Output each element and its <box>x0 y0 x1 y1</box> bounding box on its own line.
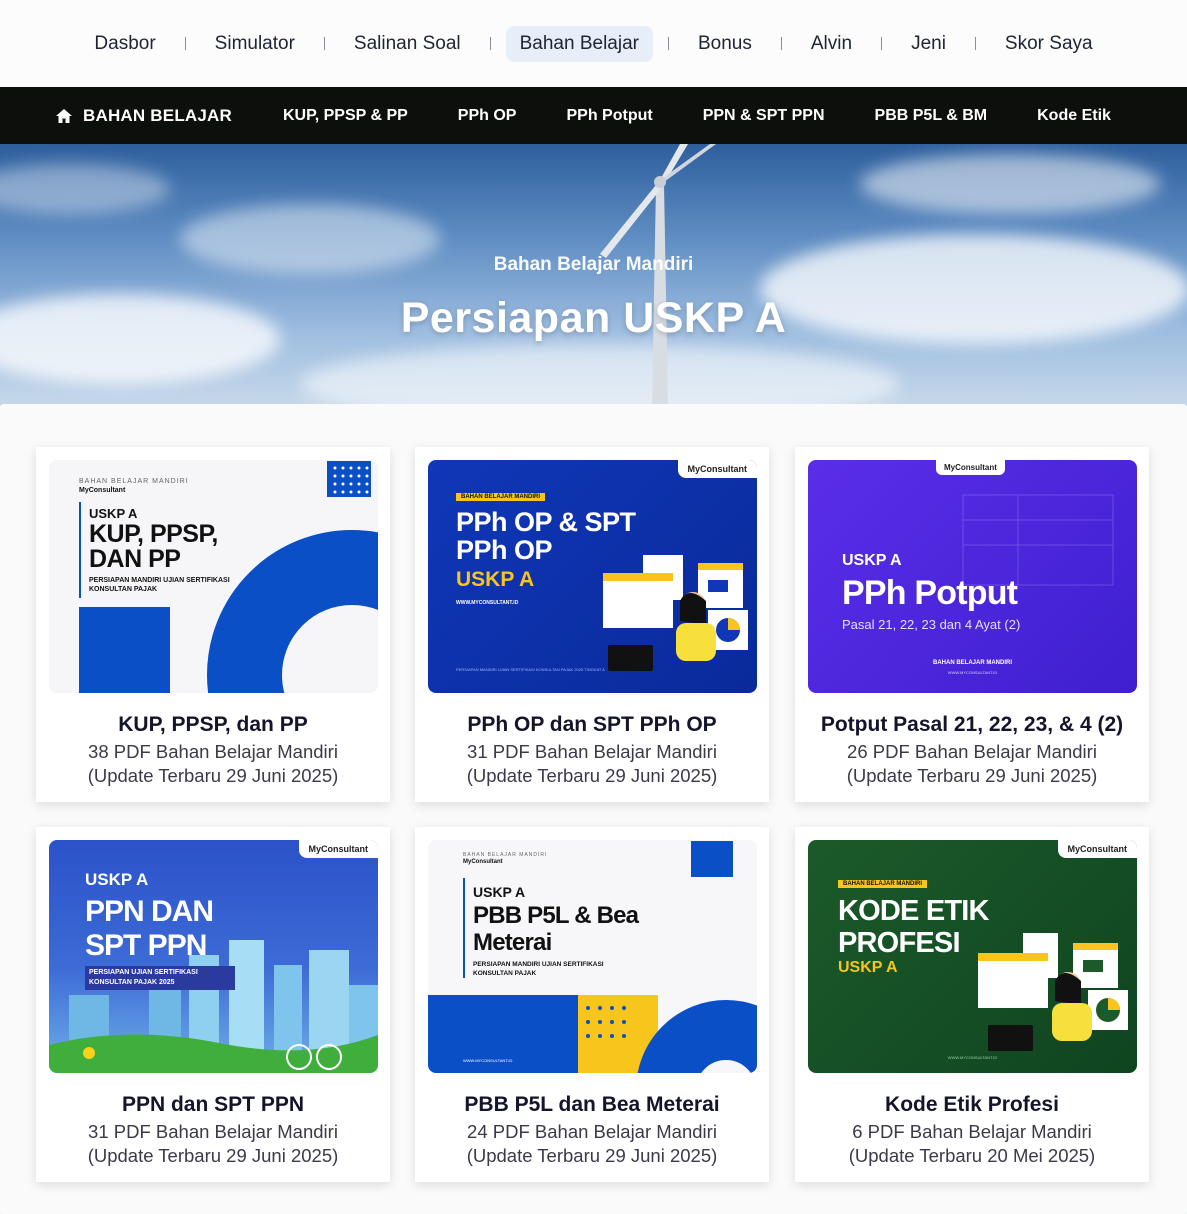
card-title: PPN dan SPT PPN <box>121 1093 305 1116</box>
subnav-kup[interactable]: KUP, PPSP & PP <box>283 107 408 125</box>
subnav-pph-op[interactable]: PPh OP <box>458 107 517 125</box>
thumb-brand: MyConsultant <box>1057 840 1137 858</box>
thumb-kicker: BAHAN BELAJAR MANDIRI <box>463 852 548 858</box>
card-thumbnail: MyConsultant BAHAN BELAJAR MANDIRI KODE … <box>808 840 1137 1073</box>
material-card-kode-etik[interactable]: MyConsultant BAHAN BELAJAR MANDIRI KODE … <box>795 827 1149 1182</box>
card-thumbnail: BAHAN BELAJAR MANDIRI MyConsultant USKP … <box>49 460 378 693</box>
card-update: (Update Terbaru 29 Juni 2025) <box>846 765 1098 786</box>
subnav-home[interactable]: BAHAN BELAJAR <box>55 106 232 126</box>
thumb-brand: MyConsultant <box>463 859 503 865</box>
thumb-brand: MyConsultant <box>936 460 1005 475</box>
thumb-kicker: BAHAN BELAJAR MANDIRI <box>79 478 189 485</box>
sub-nav: BAHAN BELAJAR KUP, PPSP & PP PPh OP PPh … <box>0 87 1187 144</box>
thumb-level: USKP A <box>838 959 898 976</box>
thumb-brand: MyConsultant <box>79 487 126 494</box>
card-count: 6 PDF Bahan Belajar Mandiri <box>852 1121 1092 1142</box>
hero-banner: Bahan Belajar Mandiri Persiapan USKP A <box>0 144 1187 406</box>
card-title: Kode Etik Profesi <box>885 1093 1059 1116</box>
nav-separator <box>974 37 976 50</box>
card-thumbnail: MyConsultant USKP A PPh Potput Pasal 21,… <box>808 460 1137 693</box>
dot-grid-decor <box>327 461 371 497</box>
material-card-pph-potput[interactable]: MyConsultant USKP A PPh Potput Pasal 21,… <box>795 447 1149 802</box>
subnav-pbb[interactable]: PBB P5L & BM <box>875 107 988 125</box>
nav-bahan-belajar[interactable]: Bahan Belajar <box>505 25 653 62</box>
thumb-kicker: BAHAN BELAJAR MANDIRI <box>933 660 1012 666</box>
thumb-brand: MyConsultant <box>298 840 378 858</box>
top-nav: Dasbor Simulator Salinan Soal Bahan Bela… <box>0 0 1187 87</box>
card-update: (Update Terbaru 29 Juni 2025) <box>87 765 339 786</box>
thumb-heading: KUP, PPSP, DAN PP <box>89 520 218 573</box>
thumb-url: WWW.MYCONSULTANT.ID <box>463 1058 513 1063</box>
card-thumbnail: BAHAN BELAJAR MANDIRI MyConsultant USKP … <box>428 840 757 1073</box>
card-count: 31 PDF Bahan Belajar Mandiri <box>88 1121 338 1142</box>
thumb-heading: PPh Potput <box>842 574 1018 612</box>
card-title: PPh OP dan SPT PPh OP <box>467 713 717 736</box>
thumb-heading: PBB P5L & Bea Meterai <box>473 902 639 956</box>
illustration-analytics <box>603 555 748 671</box>
material-card-pbb[interactable]: BAHAN BELAJAR MANDIRI MyConsultant USKP … <box>415 827 769 1182</box>
thumb-tagline: PERSIAPAN MANDIRI UJIAN SERTIFIKASI KONS… <box>89 577 230 593</box>
card-count: 31 PDF Bahan Belajar Mandiri <box>467 741 717 762</box>
thumb-heading: PPN DAN SPT PPN <box>85 895 214 962</box>
thumb-url: WWW.MYCONSULTANT.ID <box>456 600 519 606</box>
nav-dasbor[interactable]: Dasbor <box>80 26 169 62</box>
thumb-brand: MyConsultant <box>677 460 757 478</box>
nav-simulator[interactable]: Simulator <box>201 26 309 62</box>
thumb-level: USKP A <box>473 884 526 900</box>
illustration-analytics <box>978 933 1128 1051</box>
thumb-kicker: BAHAN BELAJAR MANDIRI <box>838 880 927 888</box>
material-card-pph-op[interactable]: MyConsultant BAHAN BELAJAR MANDIRI PPh O… <box>415 447 769 802</box>
home-icon <box>56 108 72 123</box>
thumb-kicker: BAHAN BELAJAR MANDIRI <box>456 493 545 501</box>
nav-separator <box>489 37 491 50</box>
subnav-ppn[interactable]: PPN & SPT PPN <box>703 107 825 125</box>
card-thumbnail: MyConsultant BAHAN BELAJAR MANDIRI PPh O… <box>428 460 757 693</box>
thumb-url: WWW.MYCONSULTANT.ID <box>947 1055 998 1060</box>
nav-skor-saya[interactable]: Skor Saya <box>991 26 1107 62</box>
nav-bonus[interactable]: Bonus <box>684 26 766 62</box>
nav-salinan-soal[interactable]: Salinan Soal <box>340 26 475 62</box>
nav-separator <box>184 37 186 50</box>
thumb-level: USKP A <box>842 552 902 569</box>
subnav-home-label: BAHAN BELAJAR <box>83 105 232 125</box>
card-update: (Update Terbaru 29 Juni 2025) <box>466 765 718 786</box>
thumb-tagline: PERSIAPAN MANDIRI UJIAN SERTIFIKASI KONS… <box>473 961 604 977</box>
thumb-level: USKP A <box>456 568 535 591</box>
dot-grid-decor <box>691 841 733 877</box>
card-title: Potput Pasal 21, 22, 23, & 4 (2) <box>820 713 1124 736</box>
nav-alvin[interactable]: Alvin <box>797 26 866 62</box>
nav-separator <box>323 37 325 50</box>
card-title: KUP, PPSP, dan PP <box>118 713 308 736</box>
hero-subtitle: Bahan Belajar Mandiri <box>493 254 694 275</box>
nav-separator <box>668 37 669 50</box>
card-title: PBB P5L dan Bea Meterai <box>464 1093 720 1116</box>
card-count: 24 PDF Bahan Belajar Mandiri <box>467 1121 717 1142</box>
subnav-pph-potput[interactable]: PPh Potput <box>566 107 652 125</box>
card-update: (Update Terbaru 29 Juni 2025) <box>87 1145 339 1166</box>
nav-jeni[interactable]: Jeni <box>897 26 960 62</box>
materials-panel: BAHAN BELAJAR MANDIRI MyConsultant USKP … <box>0 404 1187 1214</box>
card-count: 38 PDF Bahan Belajar Mandiri <box>88 741 338 762</box>
thumb-footer: PERSIAPAN MANDIRI UJIAN SERTIFIKASI KONS… <box>456 667 605 672</box>
material-card-kup[interactable]: BAHAN BELAJAR MANDIRI MyConsultant USKP … <box>36 447 390 802</box>
nav-separator <box>881 37 883 50</box>
nav-separator <box>780 37 782 50</box>
thumb-subheading: Pasal 21, 22, 23 dan 4 Ayat (2) <box>842 617 1021 632</box>
card-thumbnail: MyConsultant USKP A PPN DAN SPT PPN PERS… <box>49 840 378 1073</box>
hero-title: Persiapan USKP A <box>400 294 787 342</box>
thumb-url: WWW.MYCONSULTANT.ID <box>947 670 998 675</box>
card-update: (Update Terbaru 20 Mei 2025) <box>848 1145 1096 1166</box>
thumb-level: USKP A <box>85 870 149 889</box>
subnav-kode-etik[interactable]: Kode Etik <box>1037 107 1111 125</box>
thumb-level: USKP A <box>89 506 138 521</box>
material-card-ppn[interactable]: MyConsultant USKP A PPN DAN SPT PPN PERS… <box>36 827 390 1182</box>
card-count: 26 PDF Bahan Belajar Mandiri <box>847 741 1097 762</box>
card-update: (Update Terbaru 29 Juni 2025) <box>466 1145 718 1166</box>
thumb-tagline: PERSIAPAN UJIAN SERTIFIKASI KONSULTAN PA… <box>85 966 235 990</box>
